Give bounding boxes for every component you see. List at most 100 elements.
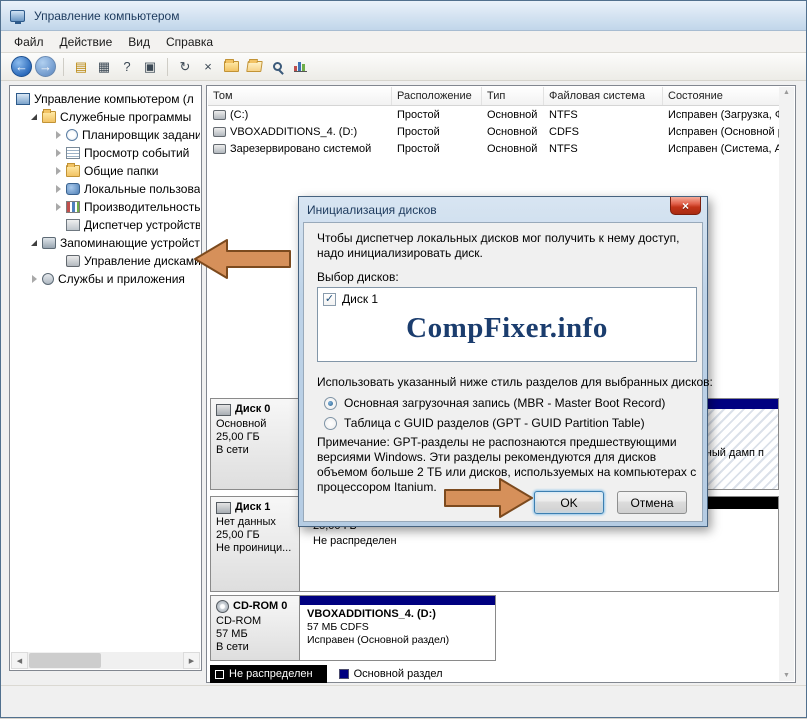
volume-name: VBOXADDITIONS_4. (D:) xyxy=(208,126,392,138)
primary-partition-strip xyxy=(300,596,495,605)
tree-item-label: Диспетчер устройств xyxy=(84,218,200,232)
tree-item-computer-management[interactable]: Управление компьютером (л xyxy=(11,90,200,108)
disk-list-box[interactable]: ✓ Диск 1 CompFixer.info xyxy=(317,287,697,362)
disk1-list-item[interactable]: ✓ Диск 1 xyxy=(318,288,696,310)
volume-icon xyxy=(213,126,226,137)
menu-view[interactable]: Вид xyxy=(120,32,158,52)
volume-icon xyxy=(213,143,226,154)
panel-vertical-scrollbar[interactable]: ▲ ▼ xyxy=(779,87,794,681)
volume-type: Основной xyxy=(487,142,538,155)
disk1-checkbox[interactable]: ✓ xyxy=(323,292,336,306)
toolbar: ← → ▤ ▦ ? ▣ ↻ × xyxy=(1,53,806,81)
gpt-radio-button[interactable] xyxy=(324,416,337,430)
local-users-icon xyxy=(66,183,80,195)
services-icon xyxy=(42,273,54,285)
open-folder-icon[interactable] xyxy=(244,57,264,77)
expander-closed-icon[interactable] xyxy=(52,129,64,141)
menu-help[interactable]: Справка xyxy=(158,32,221,52)
mbr-radio-button[interactable] xyxy=(324,396,337,410)
cdrom-header[interactable]: CD-ROM 0 CD-ROM 57 МБ В сети xyxy=(210,595,300,661)
volume-row[interactable]: (C:) Простой Основной NTFS Исправен (Заг… xyxy=(208,106,780,123)
expander-closed-icon[interactable] xyxy=(28,273,40,285)
dialog-titlebar[interactable]: Инициализация дисков xyxy=(299,197,707,222)
gpt-note-text: Примечание: GPT-разделы не распознаются … xyxy=(317,435,697,494)
volume-row[interactable]: VBOXADDITIONS_4. (D:) Простой Основной C… xyxy=(208,123,780,140)
scroll-right-icon[interactable]: ▶ xyxy=(183,652,200,669)
expander-closed-icon[interactable] xyxy=(52,183,64,195)
computer-management-window: Управление компьютером Файл Действие Вид… xyxy=(0,0,807,718)
folder-icon[interactable] xyxy=(221,57,241,77)
search-icon[interactable] xyxy=(267,57,287,77)
scroll-up-icon[interactable]: ▲ xyxy=(783,89,790,96)
disk-management-icon xyxy=(66,255,80,267)
back-icon[interactable]: ← xyxy=(11,56,32,77)
tree-item-storage[interactable]: Запоминающие устройст xyxy=(11,234,200,252)
volume-name: (C:) xyxy=(208,109,392,121)
toolbar-separator xyxy=(167,57,168,76)
partition-status-fragment: ный дамп п xyxy=(705,447,764,459)
column-header-type[interactable]: Тип xyxy=(482,87,544,105)
cdrom-type: CD-ROM xyxy=(216,615,262,627)
expander-placeholder xyxy=(52,219,64,231)
expander-open-icon[interactable] xyxy=(28,237,40,249)
tree-item-disk-management[interactable]: Управление дисками xyxy=(11,252,200,270)
disk0-header[interactable]: Диск 0 Основной 25,00 ГБ В сети xyxy=(210,398,300,490)
scrollbar-thumb[interactable] xyxy=(29,653,101,668)
volume-filesystem: NTFS xyxy=(549,142,578,155)
expander-closed-icon[interactable] xyxy=(52,201,64,213)
volume-status: Исправен (Система, Акти xyxy=(668,142,780,155)
gpt-radio-row[interactable]: Таблица с GUID разделов (GPT - GUID Part… xyxy=(324,416,645,430)
close-icon[interactable]: × xyxy=(670,197,701,215)
mbr-radio-row[interactable]: Основная загрузочная запись (MBR - Maste… xyxy=(324,396,665,410)
storage-icon xyxy=(42,237,56,249)
tree-item-task-scheduler[interactable]: Планировщик заданий xyxy=(11,126,200,144)
toolbar-separator xyxy=(63,57,64,76)
expander-closed-icon[interactable] xyxy=(52,165,64,177)
disk1-header[interactable]: Диск 1 Нет данных 25,00 ГБ Не проиници..… xyxy=(210,496,300,592)
scroll-down-icon[interactable]: ▼ xyxy=(783,672,790,679)
cdrom-media-bar[interactable]: VBOXADDITIONS_4. (D:) 57 МБ CDFS Исправе… xyxy=(300,595,496,661)
gpt-radio-label: Таблица с GUID разделов (GPT - GUID Part… xyxy=(344,416,645,430)
export-list-icon[interactable]: ▤ xyxy=(71,57,91,77)
unallocated-swatch xyxy=(215,669,224,679)
scrollbar-track[interactable] xyxy=(28,652,183,669)
cdrom-name: CD-ROM 0 xyxy=(233,600,288,612)
tree-item-performance[interactable]: Производительность xyxy=(11,198,200,216)
expander-closed-icon[interactable] xyxy=(52,147,64,159)
volume-layout: Простой xyxy=(397,142,440,155)
tree-item-local-users[interactable]: Локальные пользовате xyxy=(11,180,200,198)
help-icon[interactable]: ? xyxy=(117,57,137,77)
column-header-volume[interactable]: Том xyxy=(208,87,392,105)
column-header-filesystem[interactable]: Файловая система xyxy=(544,87,663,105)
show-tree-icon[interactable]: ▦ xyxy=(94,57,114,77)
tree-item-shared-folders[interactable]: Общие папки xyxy=(11,162,200,180)
tree-item-event-viewer[interactable]: Просмотр событий xyxy=(11,144,200,162)
volume-row[interactable]: Зарезервировано системой Простой Основно… xyxy=(208,140,780,157)
ok-button[interactable]: OK xyxy=(534,491,604,514)
menu-action[interactable]: Действие xyxy=(52,32,121,52)
column-header-layout[interactable]: Расположение xyxy=(392,87,482,105)
select-disks-label: Выбор дисков: xyxy=(317,270,399,284)
cancel-button[interactable]: Отмена xyxy=(617,491,687,514)
tree-item-services-applications[interactable]: Службы и приложения xyxy=(11,270,200,288)
dialog-title: Инициализация дисков xyxy=(307,202,437,217)
chart-icon[interactable] xyxy=(290,57,310,77)
tree-horizontal-scrollbar[interactable]: ◀ ▶ xyxy=(11,652,200,669)
expander-open-icon[interactable] xyxy=(28,111,40,123)
cdrom-volume-label: VBOXADDITIONS_4. (D:) xyxy=(307,608,436,620)
refresh-icon[interactable]: ↻ xyxy=(175,57,195,77)
delete-icon[interactable]: × xyxy=(198,57,218,77)
scroll-left-icon[interactable]: ◀ xyxy=(11,652,28,669)
cdrom-row[interactable]: CD-ROM 0 CD-ROM 57 МБ В сети VBOXADDITIO… xyxy=(210,595,779,661)
forward-icon[interactable]: → xyxy=(35,56,56,77)
menu-file[interactable]: Файл xyxy=(6,32,52,52)
task-scheduler-icon xyxy=(66,129,78,141)
app-icon xyxy=(10,9,25,24)
tree-item-device-manager[interactable]: Диспетчер устройств xyxy=(11,216,200,234)
tree-item-label: Просмотр событий xyxy=(84,146,190,160)
column-header-status[interactable]: Состояние xyxy=(663,87,780,105)
properties-icon[interactable]: ▣ xyxy=(140,57,160,77)
titlebar[interactable]: Управление компьютером xyxy=(1,1,806,31)
tree-item-system-tools[interactable]: Служебные программы xyxy=(11,108,200,126)
tree-item-label: Запоминающие устройст xyxy=(60,236,200,250)
